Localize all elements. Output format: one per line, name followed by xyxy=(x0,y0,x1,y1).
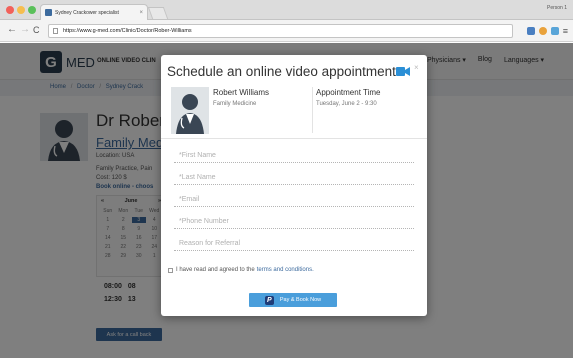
forward-arrow-icon[interactable]: → xyxy=(20,24,30,36)
email-field[interactable]: *Email xyxy=(174,193,414,207)
doctor-silhouette-icon xyxy=(176,94,204,134)
tab-title: Sydney Crackower specialist xyxy=(55,9,119,16)
appointment-time-value: Tuesday, June 2 - 9:30 xyxy=(316,101,377,107)
summary-doctor-name: Robert Williams xyxy=(213,88,270,97)
browser-tab[interactable]: Sydney Crackower specialist × xyxy=(40,4,148,20)
cookie-extension-icon[interactable] xyxy=(538,27,547,35)
close-icon[interactable]: × xyxy=(414,63,419,72)
address-bar[interactable]: https://www.g-med.com/Clinic/Doctor/Robe… xyxy=(48,24,513,38)
close-window-button[interactable] xyxy=(6,6,14,14)
browser-tab-bar: Sydney Crackower specialist × Person 1 xyxy=(0,0,573,20)
phone-field[interactable]: *Phone Number xyxy=(174,215,414,229)
translate-extension-icon[interactable] xyxy=(526,27,535,35)
minimize-window-button[interactable] xyxy=(17,6,25,14)
menu-icon[interactable]: ≡ xyxy=(563,27,568,36)
reason-field[interactable]: Reason for Referral xyxy=(174,237,414,251)
new-tab-button[interactable] xyxy=(147,7,169,19)
appointment-modal: Schedule an online video appointment × R… xyxy=(161,55,427,316)
page-icon xyxy=(53,28,58,34)
video-camera-icon xyxy=(396,67,410,76)
pay-and-book-button[interactable]: P Pay & Book Now xyxy=(249,293,337,307)
terms-text: I have read and agreed to the xyxy=(176,267,255,273)
appointment-time-label: Appointment Time xyxy=(316,88,381,97)
extension-icons: ≡ xyxy=(526,27,568,36)
maximize-window-button[interactable] xyxy=(28,6,36,14)
appointment-summary: Robert Williams Family Medicine Appointm… xyxy=(161,85,427,139)
terms-checkbox[interactable] xyxy=(168,267,173,273)
tools-extension-icon[interactable] xyxy=(550,27,559,35)
summary-doctor-specialty: Family Medicine xyxy=(213,101,257,107)
terms-agreement: I have read and agreed to the terms and … xyxy=(168,267,314,273)
tab-close-icon[interactable]: × xyxy=(139,10,143,16)
reload-icon[interactable]: C xyxy=(33,24,40,36)
terms-link[interactable]: terms and conditions. xyxy=(257,267,314,273)
modal-title: Schedule an online video appointment xyxy=(167,64,396,79)
favicon-icon xyxy=(45,9,52,16)
profile-label[interactable]: Person 1 xyxy=(547,5,567,11)
paypal-icon: P xyxy=(264,295,274,305)
back-arrow-icon[interactable]: ← xyxy=(7,24,17,36)
browser-toolbar: ← → C https://www.g-med.com/Clinic/Docto… xyxy=(0,20,573,42)
url-text[interactable]: https://www.g-med.com/Clinic/Doctor/Robe… xyxy=(63,28,192,34)
doctor-avatar xyxy=(171,87,209,134)
pay-button-label: Pay & Book Now xyxy=(279,297,322,303)
summary-divider xyxy=(312,87,313,133)
first-name-field[interactable]: *First Name xyxy=(174,149,414,163)
last-name-field[interactable]: *Last Name xyxy=(174,171,414,185)
modal-header: Schedule an online video appointment × xyxy=(161,55,427,85)
